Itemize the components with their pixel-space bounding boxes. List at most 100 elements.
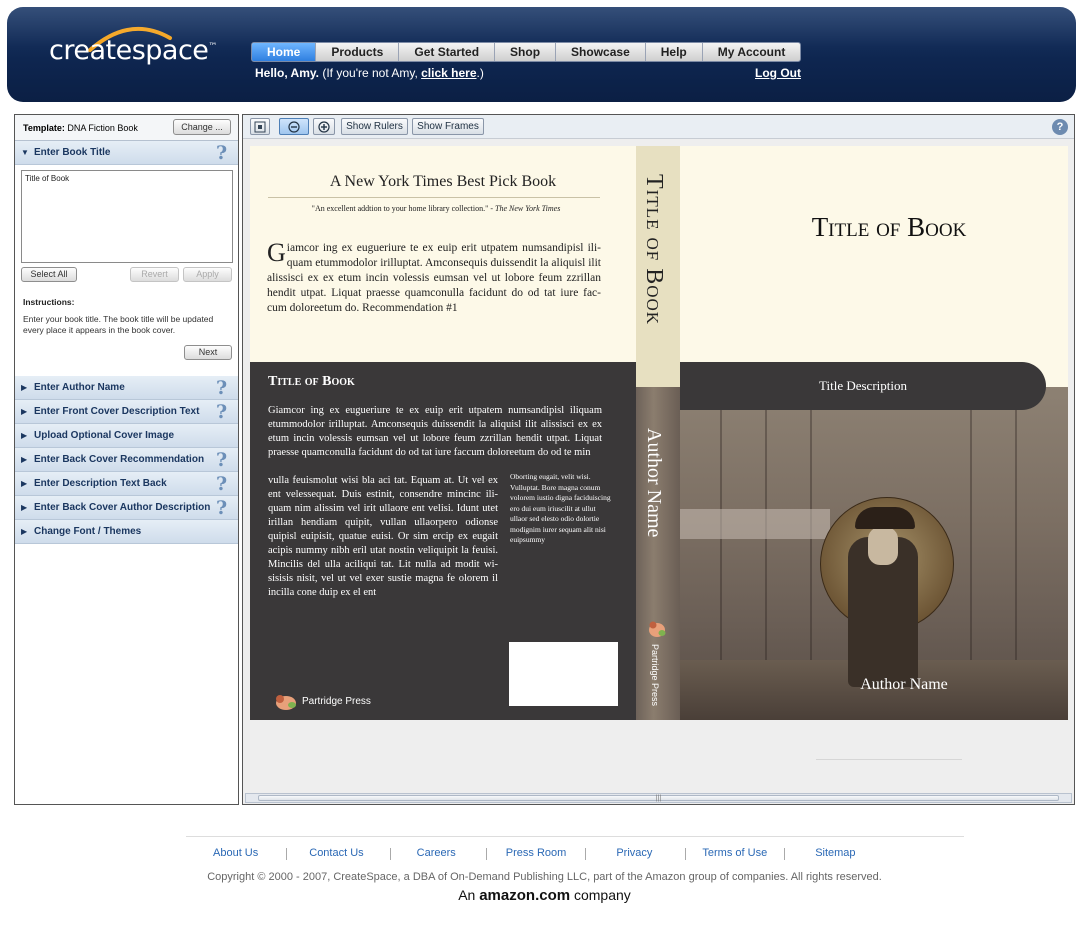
section-front-cover-description[interactable]: ▶ Enter Front Cover Description Text ?	[15, 400, 238, 424]
amazon-company: company	[570, 887, 631, 903]
footer-contact-us[interactable]: Contact Us	[309, 847, 363, 860]
triangle-right-icon: ▶	[21, 407, 28, 416]
nav-products[interactable]: Products	[316, 43, 400, 61]
footer-about-us[interactable]: About Us	[213, 847, 258, 860]
recommendation-heading: A New York Times Best Pick Book	[329, 173, 557, 190]
zoom-in-icon	[318, 121, 330, 133]
section-description-text-back[interactable]: ▶ Enter Description Text Back ?	[15, 472, 238, 496]
greeting-rest: (If you're not Amy,	[319, 66, 422, 80]
triangle-right-icon: ▶	[21, 455, 28, 464]
template-row: Template: DNA Fiction Book Change ...	[15, 115, 238, 141]
amazon-an: An	[458, 887, 480, 903]
back-author-description: Oborting eugait, velit wisi. Vulluptat. …	[510, 472, 611, 544]
footer-separator	[585, 848, 587, 860]
help-question-icon[interactable]: ?	[216, 450, 232, 470]
show-rulers-button[interactable]: Show Rulers	[341, 118, 408, 135]
footer-privacy[interactable]: Privacy	[616, 847, 652, 860]
instructions-heading: Instructions:	[23, 297, 75, 307]
help-question-icon[interactable]: ?	[216, 474, 232, 494]
back-description-text: Giamcor ing ex eugueriure te ex euip eri…	[268, 405, 602, 458]
partridge-logo-icon	[276, 695, 296, 710]
spine-author: Author Name	[643, 428, 665, 538]
help-question-icon[interactable]: ?	[216, 402, 232, 422]
help-question-icon[interactable]: ?	[216, 378, 232, 398]
section-enter-author-name[interactable]: ▶ Enter Author Name ?	[15, 376, 238, 400]
section-back-cover-recommendation[interactable]: ▶ Enter Back Cover Recommendation ?	[15, 448, 238, 472]
help-question-icon[interactable]: ?	[216, 498, 232, 518]
createspace-logo[interactable]: createspace™	[49, 35, 217, 66]
nav-help[interactable]: Help	[646, 43, 703, 61]
front-cover[interactable]: Title of Book	[680, 146, 1068, 720]
greeting-name: Hello, Amy.	[255, 66, 320, 80]
recommendation-quote: "An excellent addtion to your home libra…	[250, 204, 622, 213]
triangle-right-icon: ▶	[21, 479, 28, 488]
preview-toolbar: Show Rulers Show Frames ?	[243, 115, 1074, 139]
instructions-text: Enter your book title. The book title wi…	[23, 314, 214, 335]
apply-button[interactable]: Apply	[183, 267, 232, 282]
nav-showcase[interactable]: Showcase	[556, 43, 646, 61]
change-template-button[interactable]: Change ...	[173, 119, 231, 135]
zoom-in-button[interactable]	[313, 118, 335, 135]
help-question-icon[interactable]: ?	[1052, 119, 1068, 135]
nav-home[interactable]: Home	[252, 43, 317, 61]
book-title-textarea[interactable]: Title of Book	[21, 170, 233, 263]
help-question-icon[interactable]: ?	[216, 143, 232, 163]
section-change-font-themes[interactable]: ▶ Change Font / Themes	[15, 520, 238, 544]
barn-board	[1015, 387, 1017, 680]
amazon-company-badge: An amazon.com company	[0, 887, 1089, 904]
section-label: Enter Description Text Back	[34, 478, 167, 489]
section-upload-cover-image[interactable]: ▶ Upload Optional Cover Image	[15, 424, 238, 448]
horizontal-scrollbar[interactable]: |||	[245, 793, 1072, 803]
footer-links: About Us Contact Us Careers Press Room P…	[186, 847, 890, 860]
triangle-down-icon: ▼	[21, 148, 29, 157]
nav-get-started[interactable]: Get Started	[399, 43, 496, 61]
editor-sidebar: Template: DNA Fiction Book Change ... ▼ …	[14, 114, 239, 805]
zoom-out-button[interactable]	[279, 118, 309, 135]
triangle-right-icon: ▶	[21, 383, 28, 392]
footer-press-room[interactable]: Press Room	[506, 847, 567, 860]
nav-my-account[interactable]: My Account	[703, 43, 801, 61]
footer-separator	[286, 848, 288, 860]
footer-separator	[485, 848, 487, 860]
amazon-logo: amazon.com	[479, 887, 571, 904]
front-cover-title: Title of Book	[811, 212, 967, 242]
divider	[268, 197, 600, 198]
section-label: Change Font / Themes	[34, 526, 142, 537]
quote-source: The New York Times	[495, 204, 561, 213]
next-button[interactable]: Next	[184, 345, 232, 360]
nav-shop[interactable]: Shop	[495, 43, 557, 61]
select-all-button[interactable]: Select All	[21, 267, 77, 282]
fit-page-icon	[254, 121, 266, 133]
copyright-text: Copyright © 2000 - 2007, CreateSpace, a …	[207, 871, 882, 883]
recommendation-body: Giamcor ing ex eugueriure te ex euip eri…	[267, 240, 601, 316]
spine-publisher: Partridge Press	[650, 644, 660, 707]
section-enter-book-title[interactable]: ▼ Enter Book Title ?	[15, 141, 238, 165]
logout-link[interactable]: Log Out	[755, 66, 801, 80]
footer-sitemap[interactable]: Sitemap	[815, 847, 855, 860]
divider	[816, 759, 962, 760]
revert-button[interactable]: Revert	[130, 267, 179, 282]
show-frames-button[interactable]: Show Frames	[412, 118, 484, 135]
section-label: Enter Front Cover Description Text	[34, 406, 200, 417]
fit-page-button[interactable]	[250, 118, 270, 135]
back-description-column: vulla feuismolut wisi bla aci tat. Equam…	[268, 475, 498, 598]
scrollbar-thumb[interactable]: |||	[258, 795, 1059, 802]
footer-terms-of-use[interactable]: Terms of Use	[702, 847, 767, 860]
section-back-cover-author-description[interactable]: ▶ Enter Back Cover Author Description ?	[15, 496, 238, 520]
back-cover-description-area[interactable]: Title of Book Giamcor ing ex eugueriure …	[250, 362, 636, 720]
back-cover-recommendation-area[interactable]: A New York Times Best Pick Book "An exce…	[250, 146, 636, 362]
book-spine[interactable]: Title of Book Author Name Partridge Pres…	[636, 146, 680, 720]
not-you-link[interactable]: click here	[421, 66, 476, 80]
section-label: Enter Author Name	[34, 382, 125, 393]
recommendation-text: iamcor ing ex eugueriure te ex euip erit…	[267, 242, 601, 314]
barcode-area	[509, 642, 618, 706]
triangle-right-icon: ▶	[21, 503, 28, 512]
zoom-out-icon	[288, 121, 300, 133]
section-label: Enter Back Cover Author Description	[34, 502, 211, 513]
footer-careers[interactable]: Careers	[417, 847, 456, 860]
quote-text: "An excellent addtion to your home libra…	[311, 204, 496, 213]
cover-photo[interactable]	[680, 387, 1068, 720]
template-label: Template:	[23, 123, 65, 133]
section-label: Enter Back Cover Recommendation	[34, 454, 205, 465]
greeting: Hello, Amy. (If you're not Amy, click he…	[255, 66, 484, 80]
